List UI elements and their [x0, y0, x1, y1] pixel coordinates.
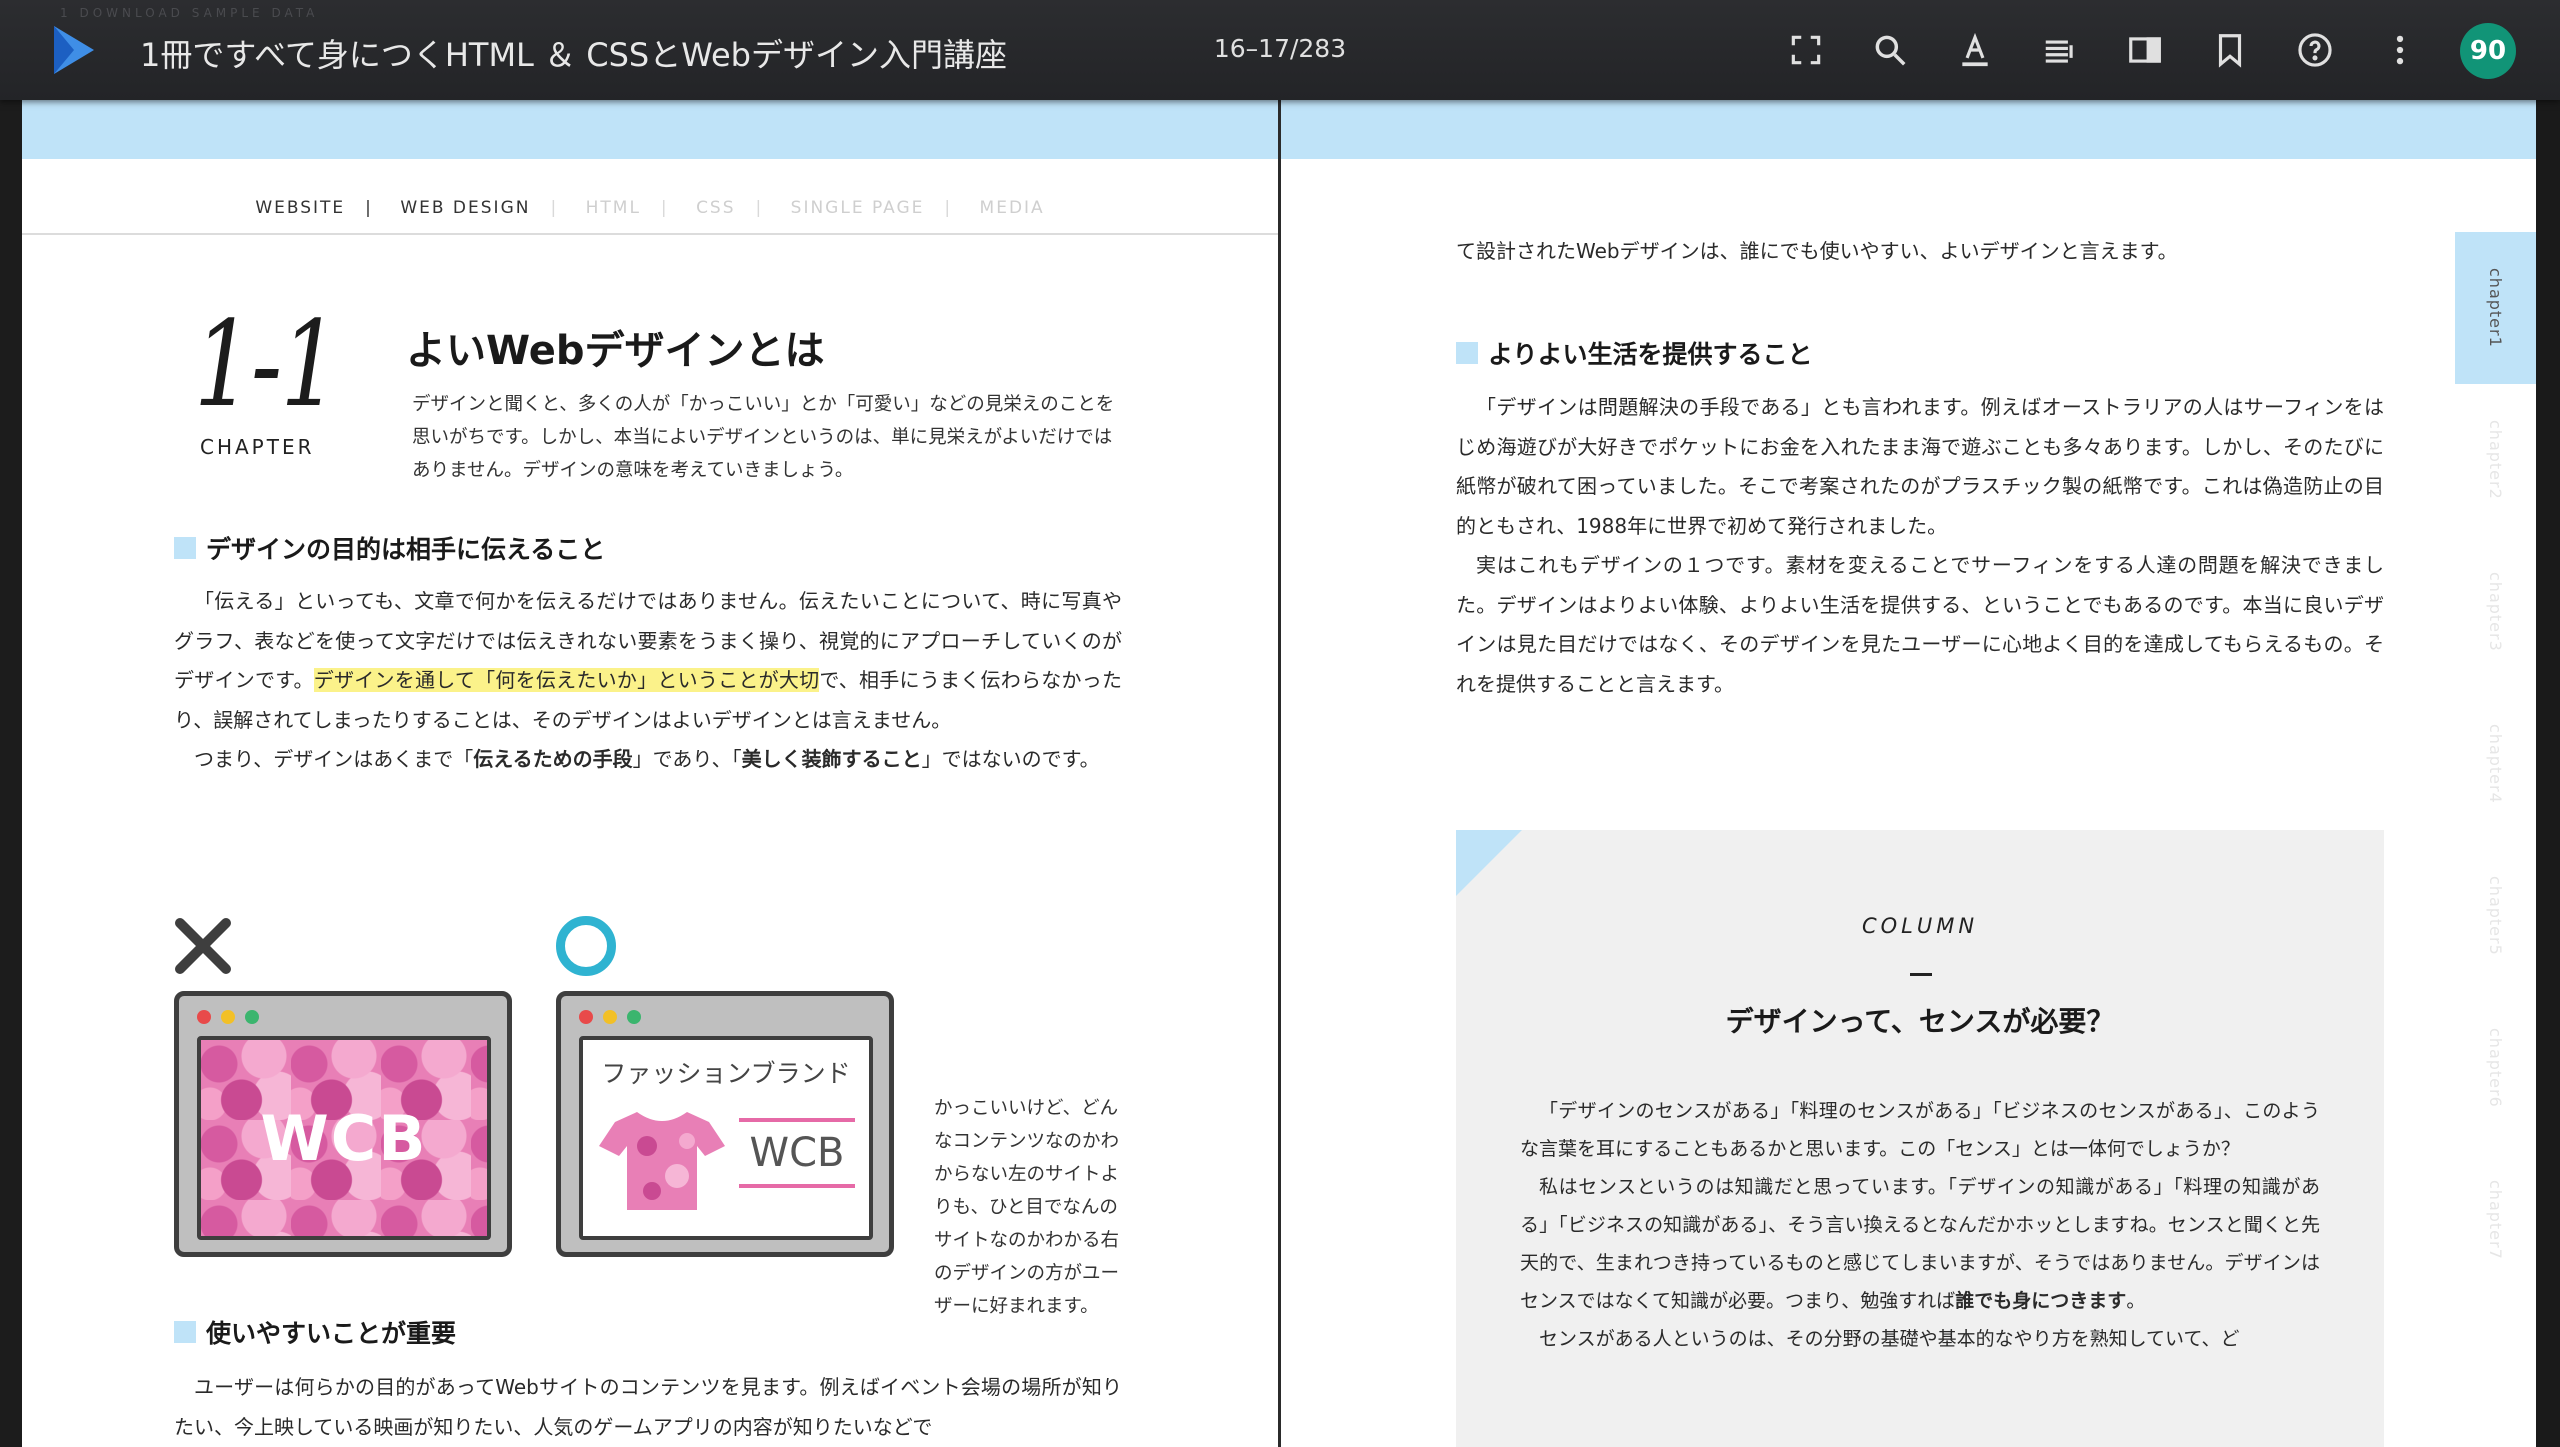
- column-p2-bold: 誰でも身につきます: [1955, 1290, 2127, 1312]
- column-box: COLUMN デザインって、センスが必要？ 「デザインのセンスがある」「料理のセ…: [1456, 830, 2384, 1447]
- heading-marker: [1456, 342, 1478, 364]
- column-p2-text-a: 私はセンスというのは知識だと思っています。「デザインの知識がある」「料理の知識が…: [1520, 1176, 2320, 1312]
- paragraph-better-life: 「デザインは問題解決の手段である」とも言われます。例えばオーストラリアの人はサー…: [1456, 388, 2384, 704]
- site-nav-single-page: SINGLE PAGE: [790, 198, 925, 218]
- list-icon[interactable]: [2036, 26, 2084, 74]
- reader-toolbar: 1 DOWNLOAD SAMPLE DATA 1冊ですべて身につくHTML ＆ …: [0, 0, 2560, 100]
- bookmark-icon[interactable]: [2206, 26, 2254, 74]
- paragraph-better-life-2: 実はこれもデザインの１つです。素材を変えることでサーフィンをする人達の問題を解決…: [1456, 553, 2384, 696]
- paragraph-continued: て設計されたWebデザインは、誰にでも使いやすい、よいデザインと言えます。: [1456, 232, 2384, 272]
- search-icon[interactable]: [1866, 26, 1914, 74]
- brand-logo: WCB: [739, 1118, 855, 1188]
- paragraph-purpose-1: 「伝える」といっても、文章で何かを伝えるだけではありません。伝えたいことについて…: [174, 582, 1122, 740]
- ghost-header-text: 1 DOWNLOAD SAMPLE DATA: [60, 6, 319, 20]
- cross-mark-icon: [175, 918, 231, 974]
- site-nav-website: WEBSITE: [255, 198, 346, 218]
- p2-text-b: 」であり、「: [632, 747, 742, 771]
- left-page: WEBSITE | WEB DESIGN | HTML | CSS | SINGLE P…: [22, 100, 1278, 1447]
- side-tab-label: chapter5: [2486, 876, 2505, 956]
- side-tab-chapter3[interactable]: chapter3: [2455, 536, 2536, 688]
- page-edge: [2536, 100, 2560, 1447]
- paragraph-purpose: 「伝える」といっても、文章で何かを伝えるだけではありません。伝えたいことについて…: [174, 582, 1122, 780]
- heading-marker: [174, 1321, 196, 1343]
- site-nav-web-design: WEB DESIGN: [400, 198, 531, 218]
- app-logo-icon[interactable]: [48, 22, 98, 78]
- brand-name-label: ファッションブランド: [601, 1059, 851, 1088]
- p2-bold-1: 伝えるための手段: [473, 747, 633, 771]
- site-nav-css: CSS: [696, 198, 736, 218]
- side-tab-chapter6[interactable]: chapter6: [2455, 992, 2536, 1144]
- highlighted-text[interactable]: デザインを通して「何を伝えたいか」ということが大切: [313, 668, 820, 692]
- side-tab-label: chapter7: [2486, 1180, 2505, 1260]
- page-header-band: [22, 100, 1278, 159]
- column-paragraph-2: 私はセンスというのは知識だと思っています。「デザインの知識がある」「料理の知識が…: [1520, 1168, 2320, 1320]
- p2-bold-2: 美しく装飾すること: [741, 747, 922, 771]
- good-design-illustration: ファッションブランド WCB: [556, 991, 894, 1257]
- column-paragraph-1: 「デザインのセンスがある」「料理のセンスがある」「ビジネスのセンスがある」、この…: [1520, 1100, 2320, 1160]
- site-nav: WEBSITE | WEB DESIGN | HTML | CSS | SINGLE P…: [255, 198, 1045, 218]
- help-icon[interactable]: [2291, 26, 2339, 74]
- paragraph-better-life-1: 「デザインは問題解決の手段である」とも言われます。例えばオーストラリアの人はサー…: [1456, 395, 2384, 538]
- chapter-number: 1-1: [194, 295, 339, 433]
- side-tab-label: chapter1: [2486, 268, 2505, 348]
- heading-usability-text: 使いやすいことが重要: [206, 1319, 457, 1348]
- side-tab-chapter1[interactable]: chapter1: [2455, 232, 2536, 384]
- heading-better-life-text: よりよい生活を提供すること: [1488, 340, 1813, 369]
- heading-usability: 使いやすいことが重要: [174, 1314, 456, 1350]
- column-corner-decoration: [1456, 830, 1522, 896]
- text-format-icon[interactable]: [1951, 26, 1999, 74]
- sidebar-panel-icon[interactable]: [2121, 26, 2169, 74]
- bad-design-logo: WCB: [260, 1101, 428, 1175]
- p2-text-a: つまり、デザインはあくまで「: [194, 747, 474, 771]
- column-p2-text-b: 。: [2126, 1290, 2146, 1312]
- paragraph-continued-text: て設計されたWebデザインは、誰にでも使いやすい、よいデザインと言えます。: [1456, 239, 2178, 263]
- column-title: デザインって、センスが必要？: [1725, 1005, 2115, 1038]
- bad-design-illustration: WCB: [174, 991, 512, 1257]
- heading-purpose: デザインの目的は相手に伝えること: [174, 530, 605, 566]
- chapter-label: CHAPTER: [200, 435, 315, 459]
- user-avatar[interactable]: 90: [2460, 23, 2516, 79]
- page-indicator: 16–17/283: [1213, 34, 1347, 63]
- fullscreen-icon[interactable]: [1782, 26, 1830, 74]
- heading-better-life: よりよい生活を提供すること: [1456, 335, 1813, 371]
- tshirt-icon: [599, 1112, 725, 1210]
- site-nav-media: MEDIA: [979, 198, 1045, 218]
- paragraph-purpose-2: つまり、デザインはあくまで「伝えるための手段」であり、「美しく装飾すること」では…: [174, 740, 1122, 780]
- side-tab-chapter5[interactable]: chapter5: [2455, 840, 2536, 992]
- section-title: よいWebデザインとは: [406, 328, 825, 374]
- site-nav-html: HTML: [585, 198, 641, 218]
- paragraph-usability-1: ユーザーは何らかの目的があってWebサイトのコンテンツを見ます。例えばイベント会…: [174, 1375, 1122, 1439]
- right-page: て設計されたWebデザインは、誰にでも使いやすい、よいデザインと言えます。 より…: [1281, 100, 2536, 1447]
- column-body: 「デザインのセンスがある」「料理のセンスがある」「ビジネスのセンスがある」、この…: [1520, 1092, 2320, 1358]
- side-tab-chapter2[interactable]: chapter2: [2455, 384, 2536, 536]
- nav-divider: [22, 233, 1278, 235]
- book-title: 1冊ですべて身につくHTML ＆ CSSとWebデザイン入門講座: [140, 36, 1007, 74]
- illustration-caption: かっこいいけど、どんなコンテンツなのかわからない左のサイトよりも、ひと目でなんの…: [934, 1098, 1120, 1317]
- side-tab-chapter7[interactable]: chapter7: [2455, 1144, 2536, 1296]
- page-header-band: [1281, 100, 2536, 159]
- side-tab-label: chapter6: [2486, 1028, 2505, 1108]
- paragraph-usability: ユーザーは何らかの目的があってWebサイトのコンテンツを見ます。例えばイベント会…: [174, 1368, 1122, 1447]
- side-tab-label: chapter2: [2486, 420, 2505, 500]
- section-intro: デザインと聞くと、多くの人が「かっこいい」とか「可愛い」などの見栄えのことを思い…: [412, 394, 1115, 481]
- side-tab-chapter4[interactable]: chapter4: [2455, 688, 2536, 840]
- column-label: COLUMN: [1861, 914, 1979, 938]
- column-divider: [1910, 973, 1932, 976]
- side-tab-label: chapter4: [2486, 724, 2505, 804]
- p2-text-c: 」ではないのです。: [921, 747, 1100, 771]
- heading-purpose-text: デザインの目的は相手に伝えること: [206, 535, 606, 564]
- more-vert-icon[interactable]: [2376, 26, 2424, 74]
- column-paragraph-3: センスがある人というのは、その分野の基礎や基本的なやり方を熟知していて、ど: [1539, 1328, 2240, 1350]
- circle-mark-icon: [556, 916, 616, 976]
- side-tab-label: chapter3: [2486, 572, 2505, 652]
- heading-marker: [174, 537, 196, 559]
